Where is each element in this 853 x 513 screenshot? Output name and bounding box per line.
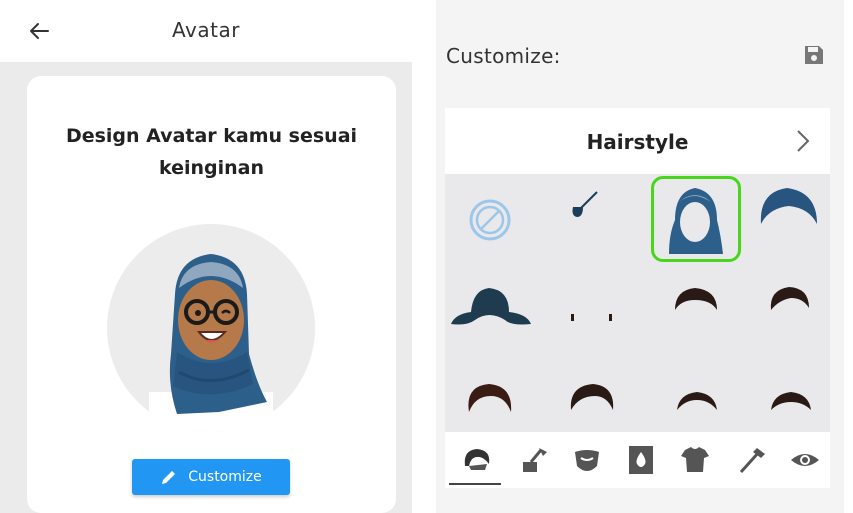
chevron-right-icon[interactable] [795,128,811,154]
beard-icon[interactable] [569,444,605,476]
screen-divider [412,0,436,513]
tool-tabs [445,432,830,488]
wavy-hair-icon [570,384,614,410]
customize-title: Customize: [446,44,561,68]
shirt-icon[interactable] [677,444,713,476]
thin-hair-icon [677,392,717,410]
option-hair-pin[interactable] [541,174,631,260]
accessory-icon[interactable] [733,444,769,476]
headline-line-2: keinginan [158,157,265,179]
avatar-screen: Avatar Design Avatar kamu sesuai keingin… [0,0,412,513]
customize-button-label: Customize [188,469,262,485]
bald-fringe-icon [771,392,811,410]
wide-hat-icon [451,288,531,325]
option-none[interactable] [445,174,535,260]
option-curly-hair[interactable] [445,346,535,432]
option-spiky-hair[interactable] [745,260,835,346]
hijab-icon [669,188,723,254]
avatar-preview [107,224,315,432]
eye-icon[interactable] [787,444,823,476]
active-tab-indicator [449,483,501,485]
category-bar: Hairstyle [445,108,830,174]
option-short-hair[interactable] [651,260,741,346]
page-title: Avatar [172,18,240,42]
curly-hair-icon [468,384,512,412]
customize-screen: Customize: Hairstyle [436,0,844,513]
app-bar: Avatar [0,0,412,62]
headline-line-1: Design Avatar kamu sesuai [65,125,358,147]
headline: Design Avatar kamu sesuai keinginan [47,120,376,184]
option-sideburns[interactable] [541,260,631,346]
skin-tone-icon[interactable] [623,444,659,476]
avatar-image [149,254,273,432]
option-wavy-hair[interactable] [541,346,631,432]
option-turban[interactable] [745,174,835,260]
option-wide-hat[interactable] [445,260,535,346]
option-grid [445,174,830,432]
option-bald-fringe[interactable] [745,346,835,432]
sideburns-icon [571,314,612,321]
hair-icon[interactable] [459,444,495,476]
short-hair-icon [675,288,717,310]
avatar-card: Design Avatar kamu sesuai keinginan Cust… [27,76,396,513]
hair-color-icon[interactable] [515,444,551,476]
pencil-icon [162,471,176,484]
option-hijab[interactable] [651,176,741,262]
customize-button[interactable]: Customize [132,459,290,495]
save-icon[interactable] [804,44,824,66]
customize-panel: Hairstyle [445,108,830,488]
option-thin-hair[interactable] [651,346,741,432]
spiky-hair-icon [770,287,809,310]
category-title: Hairstyle [586,130,689,154]
hair-pin-icon [572,191,598,217]
none-icon [469,199,511,241]
turban-icon [760,188,817,224]
screenshot-root: Avatar Design Avatar kamu sesuai keingin… [0,0,853,513]
